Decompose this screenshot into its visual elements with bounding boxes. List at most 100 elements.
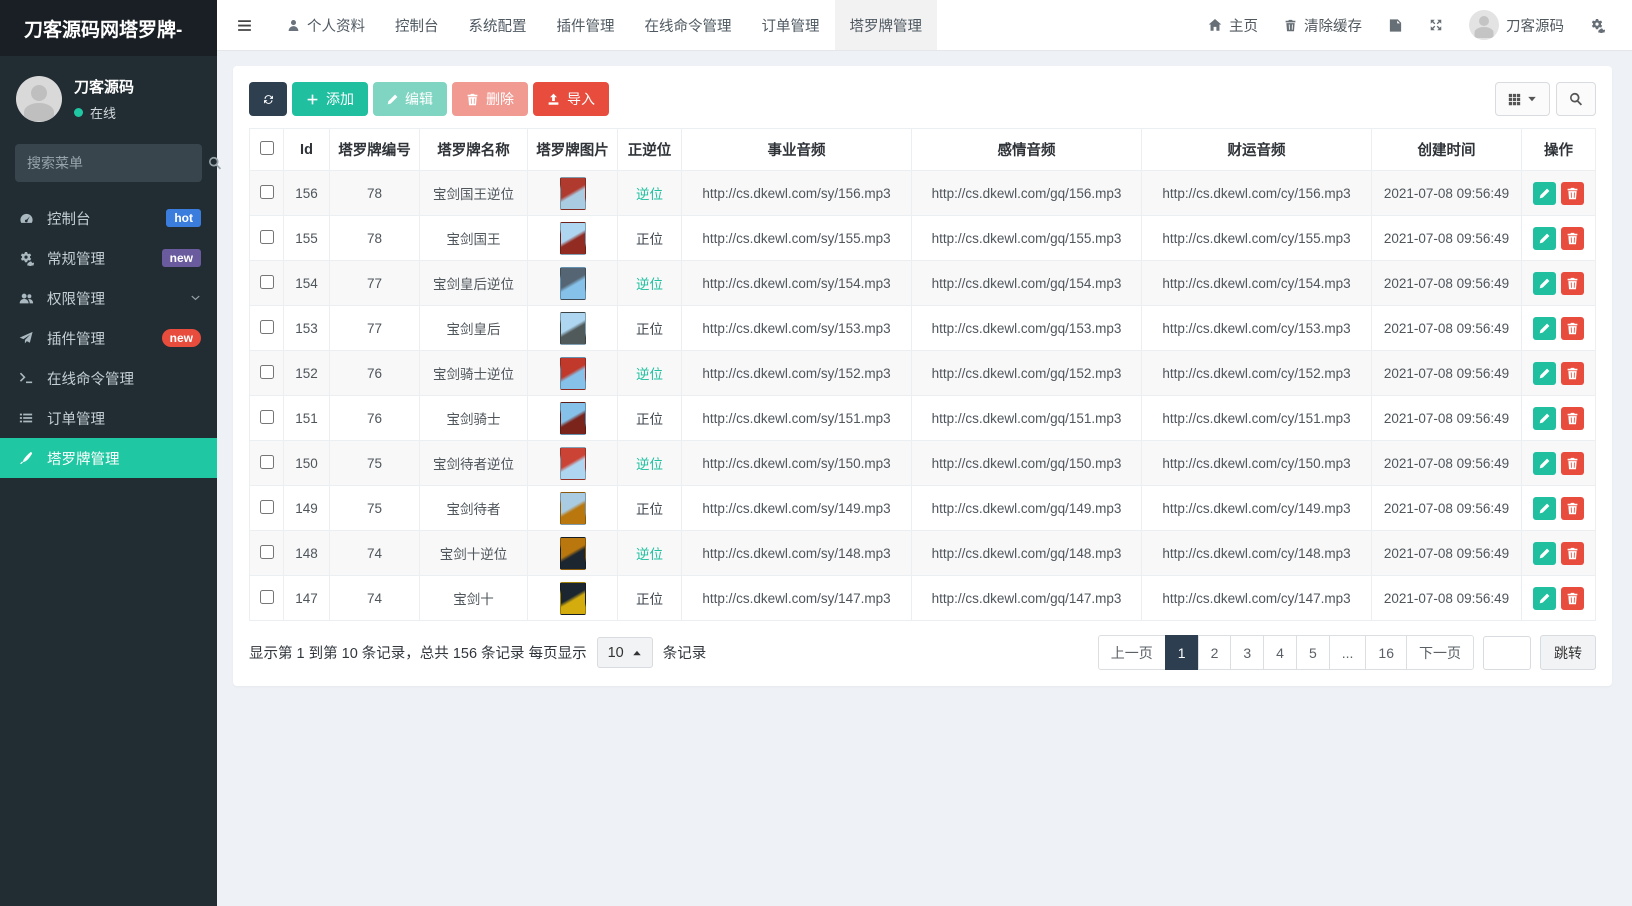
table-search-button[interactable] (1556, 82, 1596, 116)
sidebar-item-5[interactable]: 订单管理 (0, 398, 217, 438)
jump-button[interactable]: 跳转 (1540, 635, 1596, 670)
tarot-table-card: 添加 编辑 删除 导入 (233, 66, 1612, 686)
upload-icon (547, 93, 560, 106)
pagination-page-5[interactable]: 5 (1296, 635, 1330, 670)
row-checkbox[interactable] (260, 500, 274, 514)
top-nav-item[interactable]: 控制台 (380, 0, 454, 50)
row-delete-button[interactable] (1561, 497, 1584, 520)
caret-down-icon (1527, 94, 1537, 104)
row-edit-button[interactable] (1533, 182, 1556, 205)
card-thumbnail (560, 582, 586, 615)
refresh-button[interactable] (249, 82, 287, 116)
page-size-select[interactable]: 10 (597, 637, 653, 668)
row-edit-button[interactable] (1533, 452, 1556, 475)
sidebar-item-2[interactable]: 权限管理 (0, 278, 217, 318)
home-link[interactable]: 主页 (1195, 0, 1271, 50)
jump-page-input[interactable] (1483, 636, 1531, 670)
pagination-ellipsis[interactable]: ... (1329, 635, 1367, 670)
pagination-page-2[interactable]: 2 (1198, 635, 1232, 670)
cell-name: 宝剑皇后 (420, 306, 528, 351)
sidebar-item-0[interactable]: 控制台 hot (0, 198, 217, 238)
row-delete-button[interactable] (1561, 407, 1584, 430)
top-nav-item[interactable]: 在线命令管理 (630, 0, 747, 50)
cell-career-audio: http://cs.dkewl.com/sy/154.mp3 (682, 261, 912, 306)
language-button[interactable] (1375, 0, 1416, 50)
current-user-menu[interactable]: 刀客源码 (1456, 0, 1577, 50)
sidebar-item-3[interactable]: 插件管理 new (0, 318, 217, 358)
top-nav-item[interactable]: 插件管理 (542, 0, 630, 50)
row-delete-button[interactable] (1561, 182, 1584, 205)
settings-button[interactable] (1577, 0, 1618, 50)
row-checkbox[interactable] (260, 455, 274, 469)
top-nav-item[interactable]: 系统配置 (454, 0, 542, 50)
top-nav-item[interactable]: 塔罗牌管理 (835, 0, 938, 50)
import-button[interactable]: 导入 (533, 82, 609, 116)
row-edit-button[interactable] (1533, 227, 1556, 250)
row-edit-button[interactable] (1533, 587, 1556, 610)
chevron-down-icon[interactable] (190, 293, 201, 304)
pagination-prev[interactable]: 上一页 (1098, 635, 1166, 670)
columns-dropdown-button[interactable] (1495, 82, 1550, 116)
card-thumbnail (560, 177, 586, 210)
row-edit-button[interactable] (1533, 407, 1556, 430)
row-edit-button[interactable] (1533, 317, 1556, 340)
fullscreen-button[interactable] (1416, 0, 1456, 50)
direction-label: 逆位 (636, 277, 663, 292)
clear-cache-link[interactable]: 清除缓存 (1271, 0, 1375, 50)
cell-id: 149 (284, 486, 330, 531)
row-delete-button[interactable] (1561, 227, 1584, 250)
cell-name: 宝剑待者逆位 (420, 441, 528, 486)
row-edit-button[interactable] (1533, 362, 1556, 385)
paper-plane-icon (16, 331, 36, 345)
row-delete-button[interactable] (1561, 542, 1584, 565)
top-nav-item[interactable]: 订单管理 (747, 0, 835, 50)
pagination-page-1[interactable]: 1 (1165, 635, 1199, 670)
record-summary: 显示第 1 到第 10 条记录，总共 156 条记录 每页显示 (249, 642, 587, 663)
add-button[interactable]: 添加 (292, 82, 368, 116)
pagination-page-3[interactable]: 3 (1230, 635, 1264, 670)
edit-button[interactable]: 编辑 (373, 82, 447, 116)
direction-label: 逆位 (636, 547, 663, 562)
column-header-created: 创建时间 (1372, 129, 1522, 171)
top-nav-item[interactable]: 个人资料 (272, 0, 380, 50)
row-delete-button[interactable] (1561, 587, 1584, 610)
search-icon[interactable] (208, 156, 222, 170)
sidebar-item-6[interactable]: 塔罗牌管理 (0, 438, 217, 478)
pagination-page-16[interactable]: 16 (1365, 635, 1407, 670)
row-delete-button[interactable] (1561, 452, 1584, 475)
row-delete-button[interactable] (1561, 272, 1584, 295)
cell-name: 宝剑国王逆位 (420, 171, 528, 216)
sidebar-item-4[interactable]: 在线命令管理 (0, 358, 217, 398)
row-edit-button[interactable] (1533, 497, 1556, 520)
row-delete-button[interactable] (1561, 317, 1584, 340)
row-checkbox[interactable] (260, 545, 274, 559)
row-edit-button[interactable] (1533, 272, 1556, 295)
row-checkbox[interactable] (260, 230, 274, 244)
row-delete-button[interactable] (1561, 362, 1584, 385)
menu-search-input[interactable] (27, 155, 208, 171)
cell-created: 2021-07-08 09:56:49 (1372, 261, 1522, 306)
row-edit-button[interactable] (1533, 542, 1556, 565)
trash-icon (1566, 592, 1579, 605)
delete-button[interactable]: 删除 (452, 82, 528, 116)
trash-icon (1566, 277, 1579, 290)
pagination-page-4[interactable]: 4 (1263, 635, 1297, 670)
row-checkbox[interactable] (260, 275, 274, 289)
column-header-image: 塔罗牌图片 (528, 129, 618, 171)
row-select-cell (250, 486, 284, 531)
hamburger-menu-icon[interactable] (217, 0, 272, 50)
sidebar-item-1[interactable]: 常规管理 new (0, 238, 217, 278)
select-all-checkbox[interactable] (260, 141, 274, 155)
row-checkbox[interactable] (260, 185, 274, 199)
cell-emotion-audio: http://cs.dkewl.com/gq/155.mp3 (912, 216, 1142, 261)
cell-emotion-audio: http://cs.dkewl.com/gq/153.mp3 (912, 306, 1142, 351)
card-thumbnail (560, 447, 586, 480)
list-icon (16, 411, 36, 425)
row-checkbox[interactable] (260, 410, 274, 424)
pagination-next[interactable]: 下一页 (1406, 635, 1474, 670)
row-checkbox[interactable] (260, 365, 274, 379)
row-checkbox[interactable] (260, 320, 274, 334)
plus-icon (306, 93, 319, 106)
row-checkbox[interactable] (260, 590, 274, 604)
cell-career-audio: http://cs.dkewl.com/sy/155.mp3 (682, 216, 912, 261)
